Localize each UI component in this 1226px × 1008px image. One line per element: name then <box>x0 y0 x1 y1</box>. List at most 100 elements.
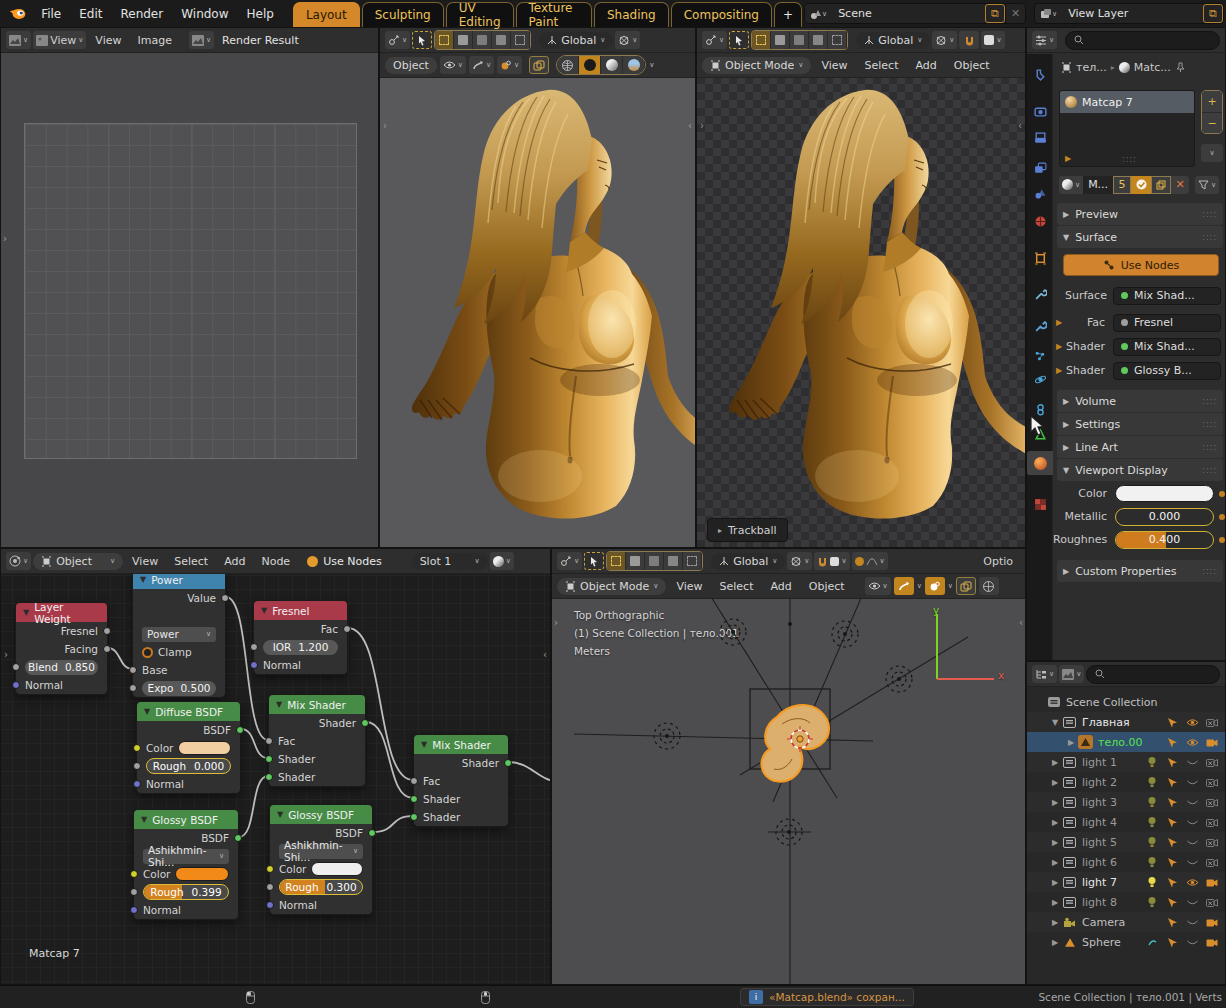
menu-view[interactable]: View <box>88 33 128 48</box>
toggle-cam_dis[interactable] <box>1205 898 1219 907</box>
node-socket[interactable] <box>12 681 20 689</box>
node-socket[interactable] <box>250 661 258 669</box>
toggle-cam_on[interactable] <box>1205 878 1219 887</box>
toggle-eye_on[interactable] <box>1185 878 1199 887</box>
outliner-filter-dropdown[interactable]: ∨ <box>1059 665 1084 683</box>
toggle-eye_off[interactable] <box>1185 938 1199 947</box>
scene-unlink-button[interactable]: ✕ <box>1005 4 1025 23</box>
active-tool-button[interactable] <box>584 552 604 570</box>
menu-object[interactable]: Object <box>947 58 997 73</box>
unlink-material-button[interactable]: ✕ <box>1171 176 1189 194</box>
snap-magnet-button[interactable] <box>959 31 979 49</box>
node-socket[interactable] <box>504 759 512 767</box>
node-mix2[interactable]: ▼Mix ShaderShaderFacShaderShader <box>413 734 509 827</box>
menu-view[interactable]: View <box>669 579 709 594</box>
toggle-bulb[interactable] <box>1145 816 1159 828</box>
slot-remove-button[interactable]: − <box>1202 113 1222 134</box>
menu-add[interactable]: Add <box>763 579 798 594</box>
slot-filter-arrow[interactable]: ▶ <box>1065 154 1071 163</box>
topbar-menu-help[interactable]: Help <box>238 7 283 21</box>
save-notification[interactable]: i «Matcap.blend» сохран... <box>740 988 914 1006</box>
snap-arrow-button[interactable] <box>894 577 914 595</box>
panel-line-art[interactable]: ▶Line Art:::: <box>1057 436 1223 458</box>
slot-dropdown[interactable]: Slot 1∨ <box>412 553 488 570</box>
toggle-cursor[interactable] <box>1165 757 1179 768</box>
outliner-item-light-7[interactable]: ▶light 7 <box>1027 872 1225 892</box>
properties-tab-output[interactable] <box>1027 126 1053 150</box>
breadcrumb-material[interactable]: Matc... <box>1134 61 1171 74</box>
node-slider-rough[interactable]: Rough0.399 <box>143 884 229 900</box>
workspace-tab-+[interactable]: + <box>774 2 802 27</box>
node-title[interactable]: ▼Mix Shader <box>414 735 508 754</box>
toggle-data[interactable] <box>1145 938 1159 947</box>
node-socket[interactable] <box>103 645 111 653</box>
node-slider-rough[interactable]: Rough0.000 <box>146 758 231 774</box>
node-select[interactable]: Ashikhmin-Shi...∨ <box>279 844 363 859</box>
properties-tab-viewlayer[interactable] <box>1027 156 1053 180</box>
node-socket[interactable] <box>265 755 273 763</box>
node-layer-weight[interactable]: ▼Layer WeightFresnelFacingBlend0.850Norm… <box>15 602 108 695</box>
toggle-cam_dis[interactable] <box>1205 818 1219 827</box>
workspace-tab-compositing[interactable]: Compositing <box>671 2 772 27</box>
toggle-eye_off[interactable] <box>1185 838 1199 847</box>
outliner-item-light-4[interactable]: ▶light 4 <box>1027 812 1225 832</box>
toggle-cam_dis[interactable] <box>1205 778 1219 787</box>
snap-dropdown[interactable]: ∨ <box>469 56 494 74</box>
toggle-bulb[interactable] <box>1145 776 1159 788</box>
menu-select[interactable]: Select <box>167 554 215 569</box>
workspace-tab-layout[interactable]: Layout <box>293 2 360 27</box>
node-socket[interactable] <box>129 666 137 674</box>
image-canvas[interactable] <box>24 123 357 459</box>
menu-image[interactable]: Image <box>130 33 178 48</box>
scene-name[interactable]: Scene <box>832 7 985 20</box>
gold-figure-render[interactable] <box>380 28 696 548</box>
mode-dropdown[interactable]: Object Mode∨ <box>702 57 811 74</box>
node-socket[interactable] <box>12 663 20 671</box>
view-layer-copy-button[interactable]: ⧉ <box>1203 4 1223 23</box>
toggle-eye_off[interactable] <box>1185 918 1199 927</box>
panel-preview[interactable]: ▶Preview:::: <box>1057 203 1223 225</box>
region-toggle-arrow[interactable]: › <box>554 617 558 628</box>
toggle-cursor[interactable] <box>1165 937 1179 948</box>
toggle-bulb[interactable] <box>1145 896 1159 908</box>
fake-user-button[interactable] <box>1131 176 1151 194</box>
tool-dropdown[interactable]: ∨ <box>702 31 727 49</box>
node-socket[interactable] <box>133 744 141 752</box>
toggle-eye_off[interactable] <box>1185 898 1199 907</box>
toggle-bulb[interactable] <box>1145 796 1159 808</box>
proportional-edit-dropdown[interactable]: ∨ <box>932 31 957 49</box>
topbar-menu-edit[interactable]: Edit <box>70 7 111 21</box>
node-title[interactable]: ▼Layer Weight <box>16 603 107 622</box>
toggle-cursor[interactable] <box>1165 817 1179 828</box>
toggle-cursor[interactable] <box>1165 917 1179 928</box>
panel-viewport-display[interactable]: ▼Viewport Display:::: <box>1057 459 1223 481</box>
slot-specials-dropdown[interactable]: ∨ <box>1201 144 1223 162</box>
breadcrumb-object[interactable]: тел... <box>1076 61 1107 74</box>
node-field-blend[interactable]: Blend0.850 <box>25 660 98 675</box>
properties-search[interactable] <box>1065 31 1220 50</box>
options-menu[interactable]: Optio <box>976 554 1020 569</box>
active-tool-button[interactable] <box>729 31 749 49</box>
node-socket[interactable] <box>410 777 418 785</box>
node-socket[interactable] <box>133 762 141 770</box>
outliner-item-light-3[interactable]: ▶light 3 <box>1027 792 1225 812</box>
node-socket[interactable] <box>236 726 244 734</box>
properties-tab-physics[interactable] <box>1027 367 1053 391</box>
toggle-cam_dis[interactable] <box>1205 718 1219 727</box>
region-toggle-arrow[interactable]: › <box>700 120 704 131</box>
pin-icon[interactable] <box>1175 62 1186 73</box>
use-nodes-toggle[interactable]: Use Nodes <box>307 555 382 568</box>
active-tool-button[interactable] <box>412 31 432 49</box>
node-select[interactable]: Ashikhmin-Shi...∨ <box>143 849 229 864</box>
toggle-cursor[interactable] <box>1165 837 1179 848</box>
toggle-eye_off[interactable] <box>1185 818 1199 827</box>
snap-dropdown[interactable]: ∨ <box>814 552 849 570</box>
node-field-ior[interactable]: IOR1.200 <box>263 640 338 655</box>
toggle-eye_off[interactable] <box>1185 758 1199 767</box>
outliner-item-light-8[interactable]: ▶light 8 <box>1027 892 1225 912</box>
tool-dropdown[interactable]: ∨ <box>557 552 582 570</box>
node-title[interactable]: ▼Glossy BSDF <box>134 810 238 829</box>
outliner-search[interactable] <box>1086 665 1220 684</box>
node-title[interactable]: ▼Glossy BSDF <box>270 805 372 824</box>
outliner-item-главная[interactable]: ▼Главная <box>1027 712 1225 732</box>
